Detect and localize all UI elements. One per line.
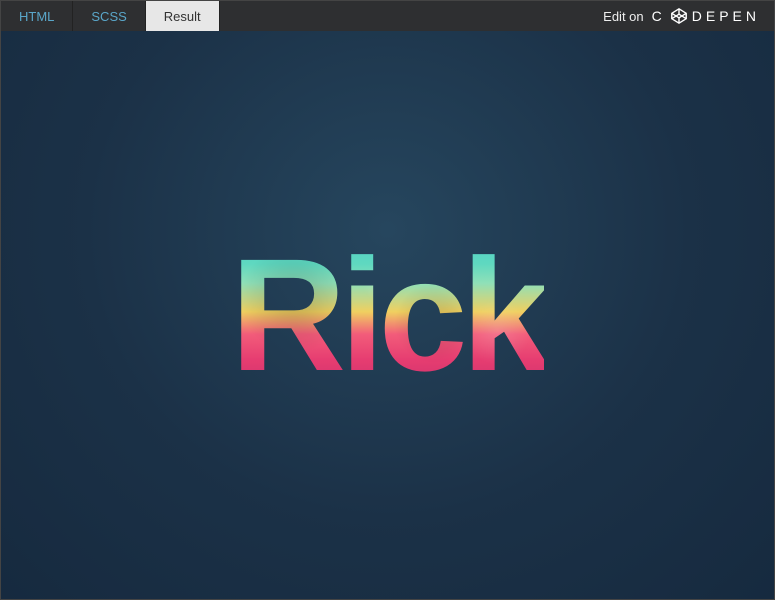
preview-pane: Rick — [1, 31, 774, 599]
tab-html[interactable]: HTML — [1, 1, 73, 31]
codepen-embed-frame: HTML SCSS Result Edit on C DEPEN — [0, 0, 775, 600]
tab-result[interactable]: Result — [146, 1, 220, 31]
codepen-logo-text-left: C — [652, 8, 666, 24]
headline-text: Rick — [231, 235, 545, 395]
edit-on-label: Edit on — [603, 9, 643, 24]
tabs: HTML SCSS Result — [1, 1, 220, 31]
edit-on-codepen-link[interactable]: Edit on C DEPEN — [589, 1, 774, 31]
codepen-cube-icon — [670, 7, 688, 25]
codepen-logo-text-right: DEPEN — [692, 8, 760, 24]
tab-scss[interactable]: SCSS — [73, 1, 145, 31]
topbar: HTML SCSS Result Edit on C DEPEN — [1, 1, 774, 31]
codepen-logo: C DEPEN — [652, 7, 760, 25]
